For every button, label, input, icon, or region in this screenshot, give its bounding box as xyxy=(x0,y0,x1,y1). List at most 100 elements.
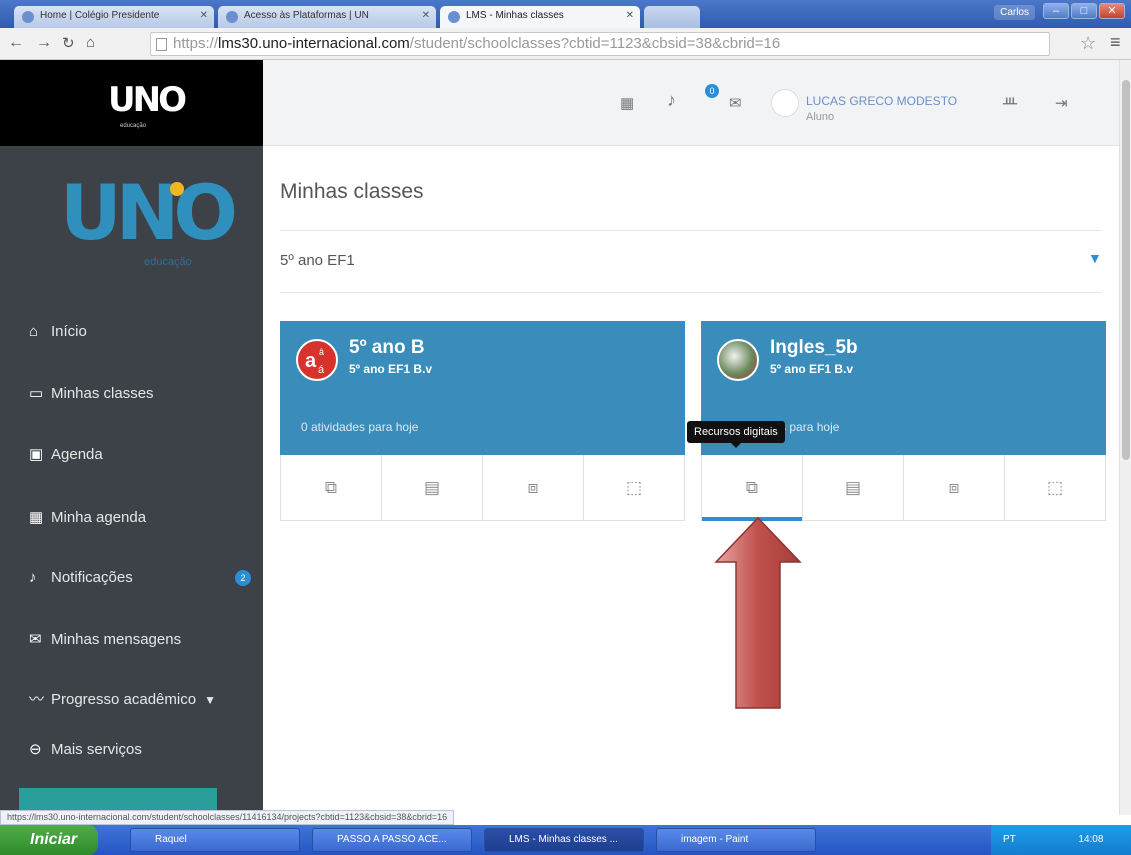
maximize-button[interactable]: □ xyxy=(1071,3,1097,19)
scrollbar-thumb[interactable] xyxy=(1122,80,1130,460)
back-arrow-icon[interactable]: ← xyxy=(8,34,24,52)
svg-text:a: a xyxy=(305,350,317,372)
status-url: https://lms30.uno-internacional.com/stud… xyxy=(0,810,455,825)
documents-button[interactable]: ▤ xyxy=(803,455,904,520)
logo-brand: UNO xyxy=(108,80,187,120)
close-icon[interactable]: ✕ xyxy=(200,10,208,21)
document-icon: ▤ xyxy=(423,477,441,497)
browser-titlebar: Home | Colégio Presidente ✕ Acesso às Pl… xyxy=(0,0,1131,28)
menu-icon[interactable]: ≡ xyxy=(1110,32,1121,53)
mail-icon[interactable]: ✉ xyxy=(729,94,742,112)
main-content: Minhas classes 5º ano EF1 ▼ aáâ 5º ano B… xyxy=(263,146,1119,815)
minimize-button[interactable]: – xyxy=(1043,3,1069,19)
divider xyxy=(280,230,1102,231)
taskbar-label: LMS - Minhas classes ... xyxy=(509,834,618,845)
class-select[interactable]: 5º ano EF1 xyxy=(280,252,355,269)
site-favicon-icon xyxy=(22,11,34,23)
home-icon[interactable]: ⌂ xyxy=(86,34,95,51)
forum-button[interactable]: ⧈ xyxy=(904,455,1005,520)
site-favicon-icon xyxy=(226,11,238,23)
minus-circle-icon: ⊖ xyxy=(29,741,42,758)
clock[interactable]: 14:08 xyxy=(1078,834,1103,845)
page-scrollbar[interactable] xyxy=(1119,60,1131,815)
org-chart-icon[interactable]: ᚈ xyxy=(1003,94,1017,112)
sidebar-item-inicio[interactable]: ⌂ Início xyxy=(0,312,263,352)
class-card-header[interactable]: aáâ 5º ano B 5º ano EF1 B.v 0 atividades… xyxy=(280,321,685,455)
profile-chip[interactable]: Carlos xyxy=(994,5,1035,20)
class-subtitle: 5º ano EF1 B.v xyxy=(349,362,433,376)
close-icon[interactable]: ✕ xyxy=(422,10,430,21)
calendar-grid-icon[interactable]: ▦ xyxy=(620,94,634,112)
svg-text:á: á xyxy=(318,364,325,376)
close-icon[interactable]: ✕ xyxy=(626,10,634,21)
browser-tab-lms[interactable]: LMS - Minhas classes ✕ xyxy=(440,6,640,28)
logout-icon[interactable]: ⇥ xyxy=(1055,94,1068,112)
chevron-down-icon[interactable]: ▼ xyxy=(1088,250,1102,266)
sidebar-item-progresso[interactable]: 〰 Progresso acadêmico ▼ xyxy=(0,680,263,720)
divider xyxy=(280,292,1102,293)
start-label: Iniciar xyxy=(30,831,78,848)
class-title: 5º ano B xyxy=(349,337,425,358)
taskbar-item-paint[interactable]: imagem - Paint xyxy=(656,828,816,852)
sidebar-item-label: Agenda xyxy=(51,446,103,463)
language-indicator[interactable]: PT xyxy=(1003,834,1016,845)
home-icon: ⌂ xyxy=(29,323,39,340)
sidebar-item-agenda[interactable]: ▣ Agenda xyxy=(0,435,263,475)
top-logo[interactable]: UNO educação xyxy=(0,60,263,146)
digital-resources-button[interactable]: ⧉ xyxy=(702,455,803,521)
sidebar-item-label: Minha agenda xyxy=(51,509,147,526)
mail-icon: ✉ xyxy=(29,631,42,648)
sidebar-item-minha-agenda[interactable]: ▦ Minha agenda xyxy=(0,498,263,538)
url-prefix: https:// xyxy=(173,35,219,52)
url-host: lms30.uno-internacional.com xyxy=(218,35,410,52)
browser-tab-colegio[interactable]: Home | Colégio Presidente ✕ xyxy=(14,6,214,28)
sidebar-item-label: Mais serviços xyxy=(51,741,142,758)
sidebar-item-notificacoes[interactable]: ♪ Notificações 2 xyxy=(0,558,263,598)
digital-resources-button[interactable]: ⧉ xyxy=(281,455,382,520)
bell-icon[interactable]: ♪ xyxy=(667,90,676,111)
sidebar-item-label: Minhas mensagens xyxy=(51,631,182,648)
document-icon: ▤ xyxy=(844,477,862,497)
svg-text:â: â xyxy=(319,347,324,357)
taskbar-item-lms[interactable]: LMS - Minhas classes ... xyxy=(484,828,644,852)
sidebar-item-label: Progresso acadêmico xyxy=(51,691,197,708)
address-bar: ← → ↻ ⌂ https://lms30.uno-internacional.… xyxy=(0,28,1131,60)
forward-arrow-icon[interactable]: → xyxy=(36,34,52,52)
user-name[interactable]: LUCAS GRECO MODESTO xyxy=(806,94,957,108)
sidebar-item-mais-servicos[interactable]: ⊖ Mais serviços xyxy=(0,730,263,770)
url-path: /student/schoolclasses?cbtid=1123&cbsid=… xyxy=(409,35,781,52)
tab-label: LMS - Minhas classes xyxy=(466,10,564,21)
sidebar-item-label: Minhas classes xyxy=(51,385,154,402)
window-close-button[interactable]: ✕ xyxy=(1099,3,1125,19)
class-card-actions: ⧉ ▤ ⧈ ⬚ xyxy=(701,455,1106,521)
sidebar: UNO educação UNO educação ⌂ Início ▭ Minha… xyxy=(0,60,263,818)
taskbar-item-raquel[interactable]: Raquel xyxy=(130,828,300,852)
class-title: Ingles_5b xyxy=(770,337,858,358)
start-button[interactable]: Iniciar xyxy=(0,825,98,855)
header-notif-badge: 0 xyxy=(705,84,719,98)
reload-icon[interactable]: ↻ xyxy=(62,34,75,52)
top-header: ▦ ♪ 0 ✉ LUCAS GRECO MODESTO Aluno ᚈ ⇥ xyxy=(263,60,1119,146)
taskbar-item-passo[interactable]: PASSO A PASSO ACE... xyxy=(312,828,472,852)
chat-button[interactable]: ⬚ xyxy=(1005,455,1105,520)
browser-tab-acesso[interactable]: Acesso às Plataformas | UN ✕ xyxy=(218,6,436,28)
url-field[interactable]: https://lms30.uno-internacional.com/stud… xyxy=(150,32,1050,56)
chat-button[interactable]: ⬚ xyxy=(584,455,684,520)
class-card-actions: ⧉ ▤ ⧈ ⬚ xyxy=(280,455,685,521)
documents-button[interactable]: ▤ xyxy=(382,455,483,520)
tooltip-recursos-digitais: Recursos digitais xyxy=(687,421,785,448)
uno-logo: UNO educação xyxy=(60,168,238,268)
system-tray: PT 14:08 xyxy=(991,825,1131,855)
sidebar-item-minhas-classes[interactable]: ▭ Minhas classes xyxy=(0,374,263,414)
taskbar: Iniciar Raquel PASSO A PASSO ACE... LMS … xyxy=(0,825,1131,855)
taskbar-label: imagem - Paint xyxy=(681,834,749,845)
sidebar-item-mensagens[interactable]: ✉ Minhas mensagens xyxy=(0,620,263,660)
uno-logo-sub: educação xyxy=(144,256,192,268)
new-tab-button[interactable] xyxy=(644,6,700,28)
uno-logo-text: UNO xyxy=(60,168,238,257)
calendar-icon: ▣ xyxy=(29,446,44,463)
class-avatar-icon: aáâ xyxy=(296,339,338,381)
bookmark-star-icon[interactable]: ☆ xyxy=(1080,33,1096,54)
avatar[interactable] xyxy=(771,89,799,117)
forum-button[interactable]: ⧈ xyxy=(483,455,584,520)
